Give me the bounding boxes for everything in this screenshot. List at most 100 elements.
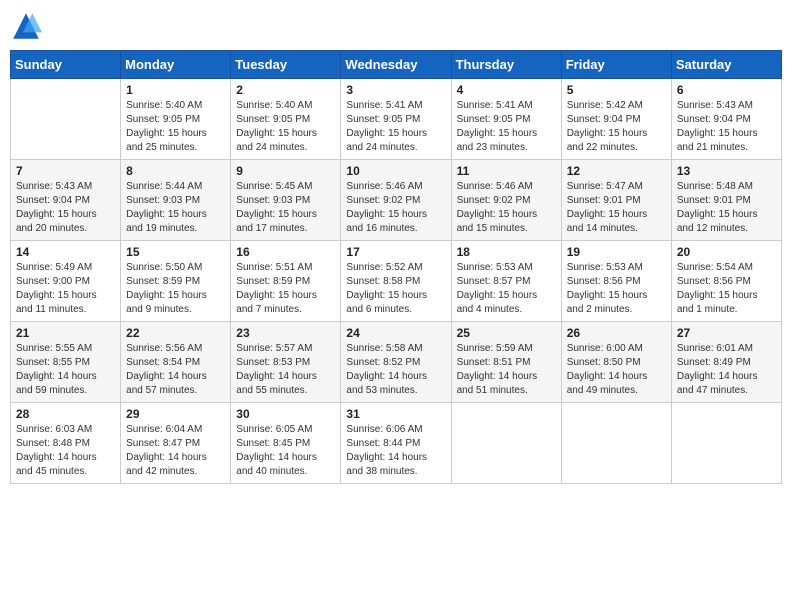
calendar-cell	[671, 403, 781, 484]
daylight-text: Daylight: 15 hours and 17 minutes.	[236, 209, 317, 234]
day-number: 20	[677, 245, 776, 259]
sunrise-text: Sunrise: 5:58 AM	[346, 343, 422, 354]
sunrise-text: Sunrise: 5:40 AM	[236, 100, 312, 111]
day-number: 11	[457, 164, 556, 178]
sunset-text: Sunset: 9:02 PM	[346, 195, 420, 206]
sunset-text: Sunset: 9:05 PM	[236, 114, 310, 125]
daylight-text: Daylight: 14 hours and 40 minutes.	[236, 452, 317, 477]
sunset-text: Sunset: 9:05 PM	[457, 114, 531, 125]
day-number: 15	[126, 245, 225, 259]
sunset-text: Sunset: 9:03 PM	[236, 195, 310, 206]
calendar-cell: 28 Sunrise: 6:03 AM Sunset: 8:48 PM Dayl…	[11, 403, 121, 484]
day-info: Sunrise: 5:58 AM Sunset: 8:52 PM Dayligh…	[346, 342, 445, 398]
day-number: 2	[236, 83, 335, 97]
day-info: Sunrise: 5:43 AM Sunset: 9:04 PM Dayligh…	[677, 99, 776, 155]
calendar-cell: 21 Sunrise: 5:55 AM Sunset: 8:55 PM Dayl…	[11, 322, 121, 403]
calendar-cell: 18 Sunrise: 5:53 AM Sunset: 8:57 PM Dayl…	[451, 241, 561, 322]
sunrise-text: Sunrise: 5:46 AM	[457, 181, 533, 192]
weekday-header: Monday	[121, 51, 231, 79]
sunset-text: Sunset: 9:04 PM	[567, 114, 641, 125]
calendar-cell	[561, 403, 671, 484]
weekday-header: Sunday	[11, 51, 121, 79]
day-number: 22	[126, 326, 225, 340]
day-number: 13	[677, 164, 776, 178]
daylight-text: Daylight: 15 hours and 23 minutes.	[457, 128, 538, 153]
sunrise-text: Sunrise: 5:57 AM	[236, 343, 312, 354]
day-info: Sunrise: 5:41 AM Sunset: 9:05 PM Dayligh…	[457, 99, 556, 155]
day-info: Sunrise: 5:49 AM Sunset: 9:00 PM Dayligh…	[16, 261, 115, 317]
day-info: Sunrise: 5:55 AM Sunset: 8:55 PM Dayligh…	[16, 342, 115, 398]
day-number: 3	[346, 83, 445, 97]
day-info: Sunrise: 5:45 AM Sunset: 9:03 PM Dayligh…	[236, 180, 335, 236]
calendar-cell: 16 Sunrise: 5:51 AM Sunset: 8:59 PM Dayl…	[231, 241, 341, 322]
daylight-text: Daylight: 14 hours and 45 minutes.	[16, 452, 97, 477]
calendar-cell: 19 Sunrise: 5:53 AM Sunset: 8:56 PM Dayl…	[561, 241, 671, 322]
daylight-text: Daylight: 14 hours and 42 minutes.	[126, 452, 207, 477]
day-info: Sunrise: 5:40 AM Sunset: 9:05 PM Dayligh…	[126, 99, 225, 155]
day-info: Sunrise: 6:01 AM Sunset: 8:49 PM Dayligh…	[677, 342, 776, 398]
calendar-cell: 22 Sunrise: 5:56 AM Sunset: 8:54 PM Dayl…	[121, 322, 231, 403]
daylight-text: Daylight: 15 hours and 16 minutes.	[346, 209, 427, 234]
daylight-text: Daylight: 14 hours and 49 minutes.	[567, 371, 648, 396]
day-number: 27	[677, 326, 776, 340]
sunset-text: Sunset: 8:52 PM	[346, 357, 420, 368]
day-number: 18	[457, 245, 556, 259]
daylight-text: Daylight: 15 hours and 2 minutes.	[567, 290, 648, 315]
calendar-cell: 15 Sunrise: 5:50 AM Sunset: 8:59 PM Dayl…	[121, 241, 231, 322]
weekday-header: Friday	[561, 51, 671, 79]
day-info: Sunrise: 5:40 AM Sunset: 9:05 PM Dayligh…	[236, 99, 335, 155]
day-number: 5	[567, 83, 666, 97]
day-number: 30	[236, 407, 335, 421]
daylight-text: Daylight: 14 hours and 47 minutes.	[677, 371, 758, 396]
logo-icon	[10, 10, 42, 42]
sunrise-text: Sunrise: 5:51 AM	[236, 262, 312, 273]
calendar-cell: 29 Sunrise: 6:04 AM Sunset: 8:47 PM Dayl…	[121, 403, 231, 484]
daylight-text: Daylight: 15 hours and 12 minutes.	[677, 209, 758, 234]
daylight-text: Daylight: 14 hours and 57 minutes.	[126, 371, 207, 396]
sunrise-text: Sunrise: 5:41 AM	[457, 100, 533, 111]
sunset-text: Sunset: 8:49 PM	[677, 357, 751, 368]
calendar-week-row: 1 Sunrise: 5:40 AM Sunset: 9:05 PM Dayli…	[11, 79, 782, 160]
day-number: 6	[677, 83, 776, 97]
sunrise-text: Sunrise: 5:49 AM	[16, 262, 92, 273]
logo	[10, 10, 46, 42]
daylight-text: Daylight: 15 hours and 21 minutes.	[677, 128, 758, 153]
day-info: Sunrise: 5:46 AM Sunset: 9:02 PM Dayligh…	[346, 180, 445, 236]
sunrise-text: Sunrise: 6:03 AM	[16, 424, 92, 435]
sunset-text: Sunset: 8:56 PM	[677, 276, 751, 287]
daylight-text: Daylight: 14 hours and 55 minutes.	[236, 371, 317, 396]
day-info: Sunrise: 5:50 AM Sunset: 8:59 PM Dayligh…	[126, 261, 225, 317]
calendar-cell: 3 Sunrise: 5:41 AM Sunset: 9:05 PM Dayli…	[341, 79, 451, 160]
calendar-cell: 8 Sunrise: 5:44 AM Sunset: 9:03 PM Dayli…	[121, 160, 231, 241]
weekday-header: Saturday	[671, 51, 781, 79]
calendar-cell: 7 Sunrise: 5:43 AM Sunset: 9:04 PM Dayli…	[11, 160, 121, 241]
weekday-header: Thursday	[451, 51, 561, 79]
calendar-cell: 23 Sunrise: 5:57 AM Sunset: 8:53 PM Dayl…	[231, 322, 341, 403]
sunset-text: Sunset: 8:59 PM	[236, 276, 310, 287]
sunrise-text: Sunrise: 5:43 AM	[677, 100, 753, 111]
day-info: Sunrise: 5:51 AM Sunset: 8:59 PM Dayligh…	[236, 261, 335, 317]
sunrise-text: Sunrise: 6:04 AM	[126, 424, 202, 435]
calendar-cell: 9 Sunrise: 5:45 AM Sunset: 9:03 PM Dayli…	[231, 160, 341, 241]
daylight-text: Daylight: 15 hours and 24 minutes.	[236, 128, 317, 153]
day-info: Sunrise: 5:59 AM Sunset: 8:51 PM Dayligh…	[457, 342, 556, 398]
sunrise-text: Sunrise: 6:05 AM	[236, 424, 312, 435]
sunrise-text: Sunrise: 5:55 AM	[16, 343, 92, 354]
day-number: 7	[16, 164, 115, 178]
sunset-text: Sunset: 8:44 PM	[346, 438, 420, 449]
calendar-cell: 1 Sunrise: 5:40 AM Sunset: 9:05 PM Dayli…	[121, 79, 231, 160]
daylight-text: Daylight: 14 hours and 59 minutes.	[16, 371, 97, 396]
calendar-cell: 31 Sunrise: 6:06 AM Sunset: 8:44 PM Dayl…	[341, 403, 451, 484]
day-number: 31	[346, 407, 445, 421]
daylight-text: Daylight: 15 hours and 7 minutes.	[236, 290, 317, 315]
day-info: Sunrise: 5:53 AM Sunset: 8:57 PM Dayligh…	[457, 261, 556, 317]
calendar-cell: 25 Sunrise: 5:59 AM Sunset: 8:51 PM Dayl…	[451, 322, 561, 403]
sunset-text: Sunset: 8:59 PM	[126, 276, 200, 287]
day-info: Sunrise: 5:44 AM Sunset: 9:03 PM Dayligh…	[126, 180, 225, 236]
sunrise-text: Sunrise: 5:59 AM	[457, 343, 533, 354]
day-info: Sunrise: 5:52 AM Sunset: 8:58 PM Dayligh…	[346, 261, 445, 317]
daylight-text: Daylight: 15 hours and 14 minutes.	[567, 209, 648, 234]
day-info: Sunrise: 6:03 AM Sunset: 8:48 PM Dayligh…	[16, 423, 115, 479]
calendar-cell: 24 Sunrise: 5:58 AM Sunset: 8:52 PM Dayl…	[341, 322, 451, 403]
sunrise-text: Sunrise: 5:48 AM	[677, 181, 753, 192]
